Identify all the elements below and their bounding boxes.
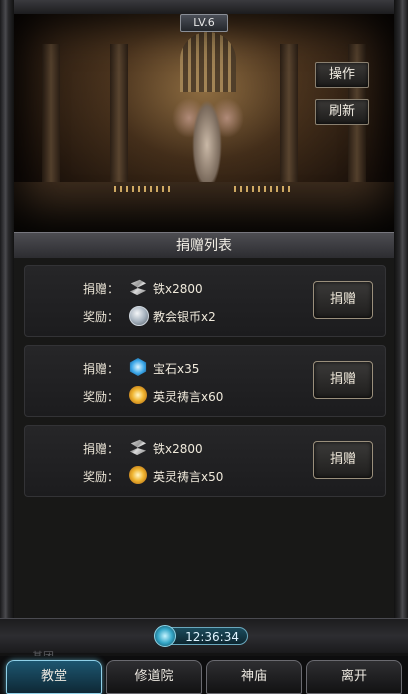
operate-button[interactable]: 操作 (315, 62, 369, 88)
donate-value: 铁x2800 (153, 442, 203, 456)
reward-label: 奖励： (83, 390, 120, 404)
reward-label: 奖励： (83, 470, 120, 484)
donate-button[interactable]: 捐赠 (313, 281, 373, 319)
silver-coin-icon (129, 306, 149, 326)
donate-label: 捐赠： (83, 282, 120, 296)
tab-leave[interactable]: 离开 (306, 660, 402, 694)
donate-button[interactable]: 捐赠 (313, 361, 373, 399)
tab-church[interactable]: 教堂 (6, 660, 102, 694)
donate-button[interactable]: 捐赠 (313, 441, 373, 479)
frame-left-border (0, 0, 14, 652)
refresh-button[interactable]: 刷新 (315, 99, 369, 125)
gem-icon (129, 358, 147, 376)
tab-temple[interactable]: 神庙 (206, 660, 302, 694)
iron-icon (129, 279, 147, 296)
donate-value: 宝石x35 (153, 362, 200, 376)
clock-orb-icon (154, 625, 176, 647)
frame-top-border (0, 0, 408, 14)
reward-label: 奖励： (83, 310, 120, 324)
reward-value: 英灵祷言x50 (153, 470, 224, 484)
panel-title-bar: 捐赠列表 (14, 232, 394, 260)
panel-title: 捐赠列表 (176, 238, 232, 254)
prayer-icon (129, 386, 147, 404)
donate-label: 捐赠： (83, 362, 120, 376)
donation-list: 捐赠： 铁x2800 奖励： 教会银币x2 捐赠 捐赠： 宝石x35 奖励： 英… (14, 258, 394, 618)
frame-right-border (394, 0, 408, 652)
tab-monastery[interactable]: 修道院 (106, 660, 202, 694)
level-badge: LV.6 (180, 14, 228, 32)
donate-value: 铁x2800 (153, 282, 203, 296)
donate-label: 捐赠： (83, 442, 120, 456)
donation-row: 捐赠： 铁x2800 奖励： 教会银币x2 捐赠 (24, 265, 386, 337)
prayer-icon (129, 466, 147, 484)
reward-value: 教会银币x2 (153, 310, 216, 324)
iron-icon (129, 439, 147, 456)
donation-row: 捐赠： 宝石x35 奖励： 英灵祷言x60 捐赠 (24, 345, 386, 417)
donation-row: 捐赠： 铁x2800 奖励： 英灵祷言x50 捐赠 (24, 425, 386, 497)
reward-value: 英灵祷言x60 (153, 390, 224, 404)
